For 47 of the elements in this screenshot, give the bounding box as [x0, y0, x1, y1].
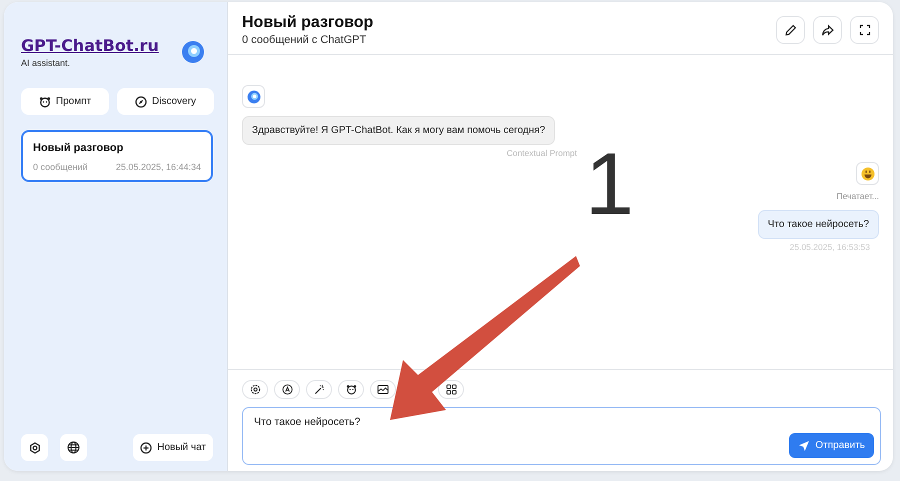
- image-button[interactable]: [370, 380, 396, 399]
- settings-button[interactable]: [21, 434, 48, 461]
- image-icon: [377, 384, 389, 395]
- compass-icon: [135, 96, 148, 108]
- user-message: Что такое нейросеть?: [758, 210, 879, 239]
- magic-wand-icon: [314, 384, 324, 395]
- chat-title: Новый разговор: [33, 142, 124, 154]
- typing-status: Печатает...: [836, 191, 879, 201]
- chat-subtitle: 0 сообщений с ChatGPT: [242, 34, 368, 46]
- fullscreen-button[interactable]: [850, 16, 879, 44]
- annotation-number: 1: [585, 140, 634, 228]
- new-chat-button[interactable]: Новый чат: [133, 434, 213, 461]
- prompt-button[interactable]: Промпт: [21, 88, 109, 115]
- fullscreen-icon: [858, 24, 870, 36]
- site-subtitle: AI assistant.: [21, 58, 72, 68]
- share-icon: [821, 24, 834, 36]
- globe-icon: [67, 441, 80, 454]
- letter-circle-icon: [282, 384, 292, 395]
- magic-wand-button[interactable]: [306, 380, 332, 399]
- bot-avatar: [242, 85, 265, 108]
- message-input[interactable]: Что такое нейросеть? Отправить: [242, 407, 881, 465]
- grid-icon: [446, 384, 456, 395]
- logo-icon: [181, 40, 205, 64]
- settings-icon: [28, 442, 40, 454]
- bot-message: Здравствуйте! Я GPT-ChatBot. Как я могу вам помочь сегодня?: [242, 116, 556, 145]
- model-button[interactable]: [274, 380, 300, 399]
- discovery-button[interactable]: Discovery: [117, 88, 214, 115]
- chat-title: Новый разговор: [242, 14, 374, 32]
- chat-count: 0 сообщений: [33, 162, 88, 172]
- plus-circle-icon: [140, 442, 152, 454]
- site-title-link[interactable]: GPT-ChatBot.ru: [21, 36, 159, 55]
- pencil-icon: [784, 24, 797, 36]
- settings-button[interactable]: [242, 380, 268, 399]
- apps-button[interactable]: [438, 380, 464, 399]
- bear-icon: [346, 384, 356, 395]
- send-icon: [798, 440, 810, 452]
- message-note: Contextual Prompt: [506, 148, 577, 158]
- edit-button[interactable]: [776, 16, 805, 44]
- send-button[interactable]: Отправить: [789, 433, 874, 458]
- chat-item[interactable]: Новый разговор 0 сообщений 25.05.2025, 16:44:34: [21, 130, 213, 182]
- user-avatar: [856, 162, 879, 185]
- bear-icon: [38, 96, 51, 108]
- mask-button[interactable]: [338, 380, 364, 399]
- language-button[interactable]: [60, 434, 87, 461]
- chat-date: 25.05.2025, 16:44:34: [116, 162, 201, 172]
- settings-icon: [250, 384, 260, 395]
- share-button[interactable]: [813, 16, 842, 44]
